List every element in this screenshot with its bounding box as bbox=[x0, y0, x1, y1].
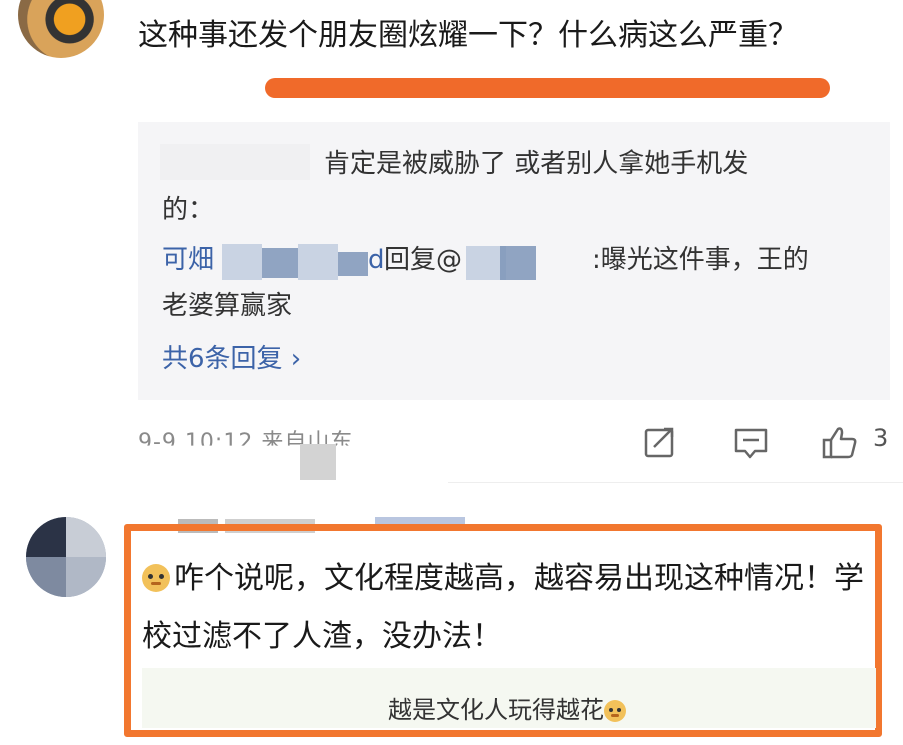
divider bbox=[448, 482, 903, 483]
reply-keyword: 回复@ bbox=[384, 245, 463, 275]
reply-username-end[interactable]: d bbox=[368, 240, 385, 280]
comment-body: 咋个说呢，文化程度越高，越容易出现这种情况！学校过滤不了人渣，没办法！ bbox=[142, 561, 864, 654]
redacted-block bbox=[300, 444, 336, 480]
redacted-name-part bbox=[298, 244, 338, 280]
commenter-avatar[interactable] bbox=[26, 517, 106, 597]
redacted-mention bbox=[500, 246, 536, 280]
reply-text: :曝光这件事，王的 bbox=[592, 245, 809, 275]
highlight-underline bbox=[265, 78, 830, 98]
view-all-replies-link[interactable]: 共6条回复 › bbox=[162, 338, 301, 375]
caption: 越是文化人玩得越花 bbox=[142, 690, 876, 725]
comment-text: 这种事还发个朋友圈炫耀一下？什么病这么严重？ bbox=[138, 18, 798, 53]
like-icon[interactable] bbox=[820, 425, 860, 461]
reply-thread[interactable]: 肯定是被威胁了 或者别人拿她手机发 的： 可畑 d 回复@ :曝光这件事，王的 … bbox=[138, 122, 890, 400]
caption-text: 越是文化人玩得越花 bbox=[388, 696, 604, 724]
doge-emoji-icon bbox=[142, 564, 170, 592]
reply-text-continued: 的： bbox=[162, 195, 215, 225]
doge-emoji-icon bbox=[604, 700, 626, 722]
comment-text: 咋个说呢，文化程度越高，越容易出现这种情况！学校过滤不了人渣，没办法！ bbox=[142, 550, 882, 666]
reply-text: 肯定是被威胁了 或者别人拿她手机发 bbox=[324, 149, 749, 179]
comment-icon[interactable] bbox=[731, 425, 771, 461]
reply-username[interactable]: 可畑 bbox=[162, 240, 214, 280]
like-count: 3 bbox=[873, 424, 889, 452]
redacted-name-part bbox=[262, 248, 298, 278]
reply-text-continued: 老婆算赢家 bbox=[162, 291, 293, 321]
commenter-avatar[interactable] bbox=[18, 0, 104, 58]
redacted-name-part bbox=[222, 244, 262, 280]
share-icon[interactable] bbox=[640, 425, 680, 461]
redacted-name-part bbox=[338, 252, 368, 276]
redacted-username bbox=[160, 144, 310, 180]
